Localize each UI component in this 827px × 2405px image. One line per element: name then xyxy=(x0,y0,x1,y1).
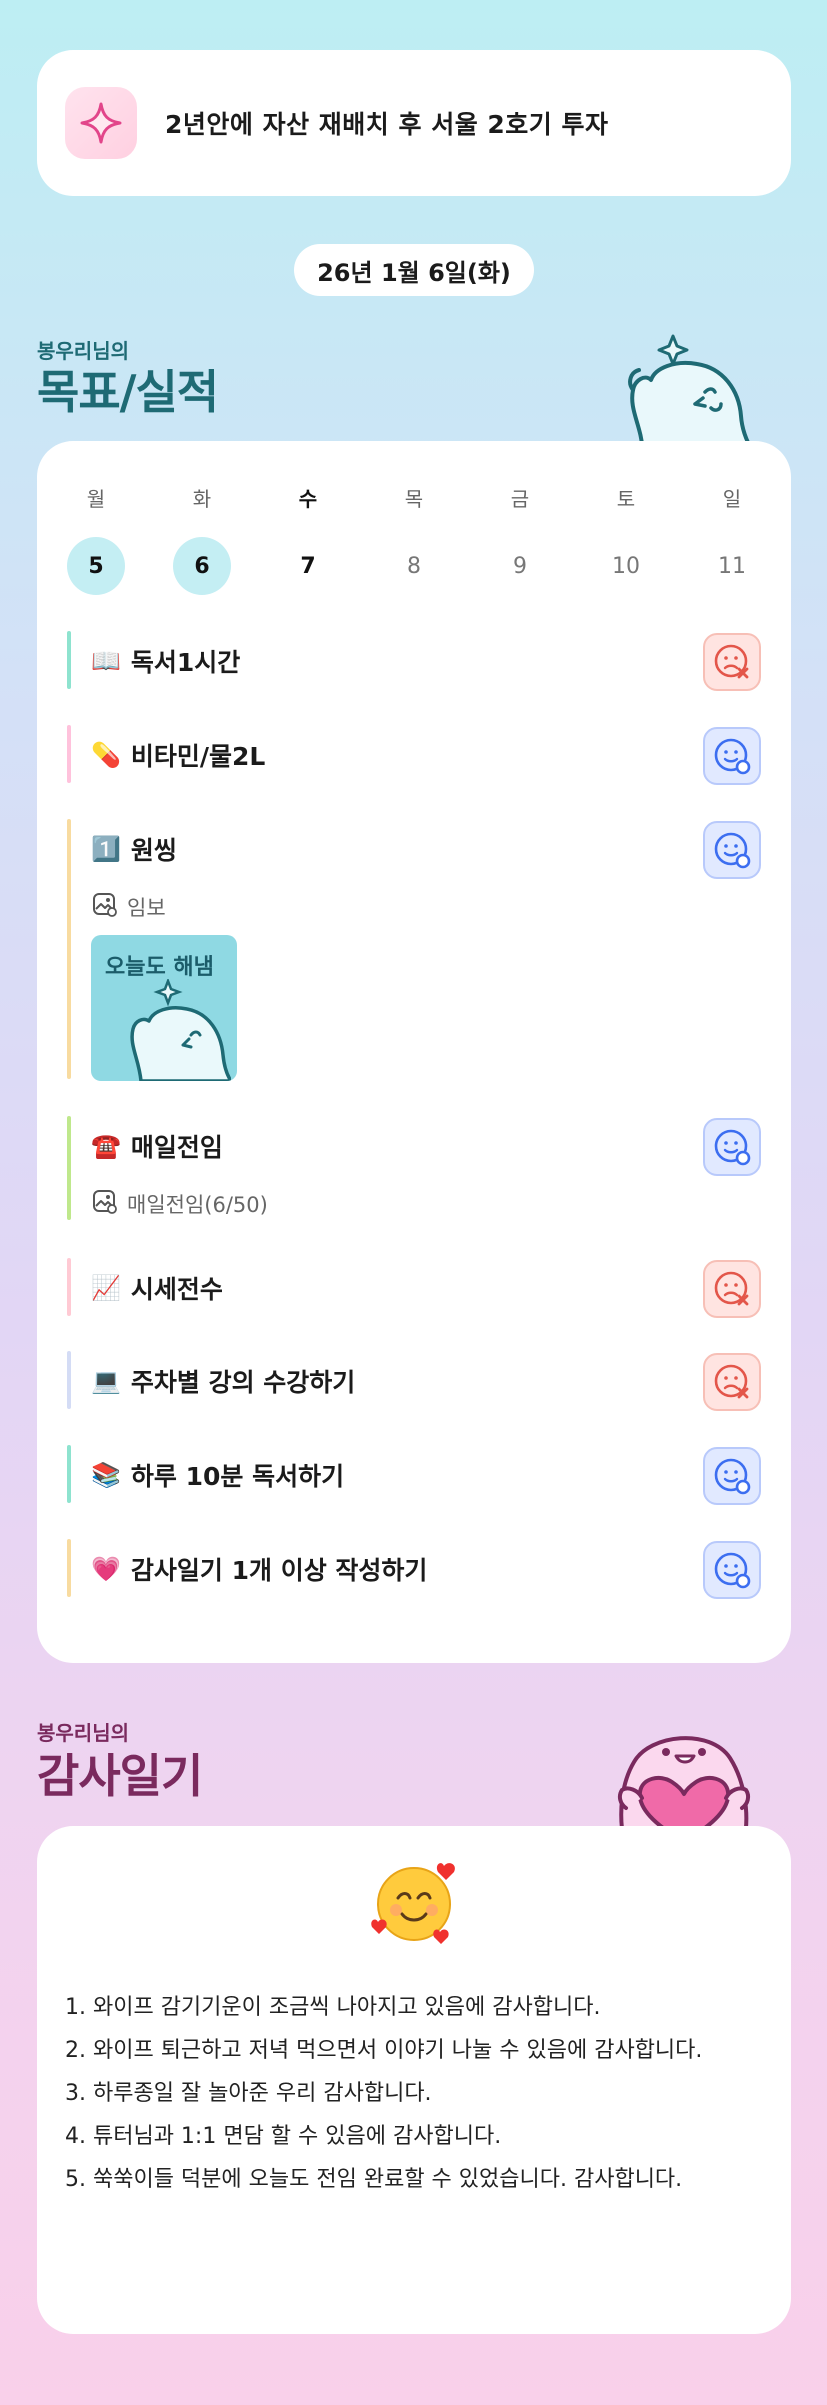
task-title: 📖 독서1시간 xyxy=(91,631,240,691)
gratitude-item: 1. 와이프 감기기운이 조금씩 나아지고 있음에 감사합니다. xyxy=(65,1995,601,2020)
status-success-icon[interactable] xyxy=(703,727,761,785)
status-success-icon[interactable] xyxy=(703,1447,761,1505)
gratitude-item: 5. 쑥쑥이들 덕분에 오늘도 전임 완료할 수 있었습니다. 감사합니다. xyxy=(65,2167,683,2192)
task-emoji: 📖 xyxy=(91,647,121,675)
task-note-text: 매일전임(6/50) xyxy=(127,1192,268,1217)
task-emoji: 1️⃣ xyxy=(91,835,121,863)
task-note-text: 임보 xyxy=(127,895,166,920)
gratitude-list: 1. 와이프 감기기운이 조금씩 나아지고 있음에 감사합니다. 2. 와이프 퇴… xyxy=(65,1986,765,2201)
mascot-icon xyxy=(628,334,755,452)
task-title: 💊 비타민/물2L xyxy=(91,725,265,785)
task-label: 감사일기 1개 이상 작성하기 xyxy=(130,1556,428,1585)
gratitude-item: 3. 하루종일 잘 놀아준 우리 감사합니다. xyxy=(65,2081,432,2106)
day-number[interactable]: 10 xyxy=(597,537,655,595)
day-column[interactable]: 목8 xyxy=(385,483,443,595)
day-column[interactable]: 토 10 xyxy=(597,483,655,595)
day-number[interactable]: 9 xyxy=(491,537,549,595)
task-title: 📈 시세전수 xyxy=(91,1258,223,1318)
task-emoji: ☎️ xyxy=(91,1132,121,1160)
day-number[interactable]: 8 xyxy=(385,537,443,595)
task-title: 💻 주차별 강의 수강하기 xyxy=(91,1351,355,1411)
task-title: 💗 감사일기 1개 이상 작성하기 xyxy=(91,1539,427,1599)
status-fail-icon[interactable] xyxy=(703,1353,761,1411)
task-emoji: 💊 xyxy=(91,741,121,769)
task-title: 1️⃣ 원씽 xyxy=(91,819,177,879)
day-name: 화 xyxy=(192,487,212,511)
task-title: ☎️ 매일전임 xyxy=(91,1116,223,1176)
gratitude-card: 1. 와이프 감기기운이 조금씩 나아지고 있음에 감사합니다. 2. 와이프 퇴… xyxy=(37,1826,791,2334)
task-emoji: 📈 xyxy=(91,1274,121,1302)
task-item[interactable]: 💻 주차별 강의 수강하기 xyxy=(67,1351,761,1411)
task-item[interactable]: 💗 감사일기 1개 이상 작성하기 xyxy=(67,1539,761,1599)
task-item[interactable]: ☎️ 매일전임매일전임(6/50) xyxy=(67,1116,761,1220)
day-number[interactable]: 7 xyxy=(279,537,337,595)
day-column[interactable]: 월5 xyxy=(67,483,125,595)
task-emoji: 📚 xyxy=(91,1461,121,1489)
task-color-bar xyxy=(67,1539,71,1597)
week-calendar: 월 5 화 6 수 7 목 8 금 9 토 10 일 11 xyxy=(37,483,791,595)
goal-banner: 2년안에 자산 재배치 후 서울 2호기 투자 xyxy=(37,50,791,196)
goals-title: 목표/실적 xyxy=(37,365,219,419)
task-color-bar xyxy=(67,725,71,783)
task-item[interactable]: 💊 비타민/물2L xyxy=(67,725,761,785)
task-color-bar xyxy=(67,1258,71,1316)
task-color-bar xyxy=(67,819,71,1079)
task-label: 매일전임 xyxy=(130,1133,223,1162)
day-column[interactable]: 수7 xyxy=(279,483,337,595)
day-name: 월 xyxy=(86,487,106,511)
day-column[interactable]: 일 11 xyxy=(703,483,761,595)
gratitude-item: 4. 튜터님과 1:1 면담 할 수 있음에 감사합니다. xyxy=(65,2124,502,2149)
status-success-icon[interactable] xyxy=(703,821,761,879)
thumbnail-text: 오늘도 해냄 xyxy=(105,955,214,980)
task-thumbnail[interactable]: 오늘도 해냄 xyxy=(91,935,237,1081)
task-item[interactable]: 1️⃣ 원씽임보오늘도 해냄 xyxy=(67,819,761,1081)
goal-text: 2년안에 자산 재배치 후 서울 2호기 투자 xyxy=(165,110,609,139)
status-fail-icon[interactable] xyxy=(703,633,761,691)
day-name: 목 xyxy=(404,487,424,511)
task-item[interactable]: 📚 하루 10분 독서하기 xyxy=(67,1445,761,1505)
day-number[interactable]: 5 xyxy=(67,537,125,595)
gratitude-item: 2. 와이프 퇴근하고 저녁 먹으면서 이야기 나눌 수 있음에 감사합니다. xyxy=(65,2038,703,2063)
task-color-bar xyxy=(67,1351,71,1409)
task-emoji: 💗 xyxy=(91,1555,121,1583)
heart-mascot-icon xyxy=(617,1736,751,1842)
day-name: 일 xyxy=(722,487,742,511)
date-pill[interactable]: 26년 1월 6일(화) xyxy=(294,244,534,296)
gratitude-title: 감사일기 xyxy=(37,1749,203,1803)
task-label: 시세전수 xyxy=(130,1275,223,1304)
task-label: 주차별 강의 수강하기 xyxy=(130,1368,356,1397)
day-name: 금 xyxy=(510,487,530,511)
day-column[interactable]: 금9 xyxy=(491,483,549,595)
day-number[interactable]: 6 xyxy=(173,537,231,595)
task-title: 📚 하루 10분 독서하기 xyxy=(91,1445,344,1505)
task-label: 비타민/물2L xyxy=(130,742,266,771)
goals-card: 월 5 화 6 수 7 목 8 금 9 토 10 일 11 📖 독서1시간 💊 비타민/물2L 1️⃣ 원씽 임보 오늘… xyxy=(37,441,791,1663)
image-note-icon xyxy=(91,1188,127,1219)
task-item[interactable]: 📖 독서1시간 xyxy=(67,631,761,691)
status-fail-icon[interactable] xyxy=(703,1260,761,1318)
task-color-bar xyxy=(67,1445,71,1503)
image-note-icon xyxy=(91,891,127,922)
task-label: 원씽 xyxy=(130,836,177,865)
task-note: 매일전임(6/50) xyxy=(91,1188,268,1219)
task-item[interactable]: 📈 시세전수 xyxy=(67,1258,761,1318)
task-color-bar xyxy=(67,631,71,689)
task-label: 하루 10분 독서하기 xyxy=(130,1462,345,1491)
day-number[interactable]: 11 xyxy=(703,537,761,595)
task-emoji: 💻 xyxy=(91,1367,121,1395)
smiling-hearts-icon xyxy=(364,1852,464,1956)
day-name: 토 xyxy=(616,487,636,511)
task-color-bar xyxy=(67,1116,71,1220)
day-name: 수 xyxy=(298,487,318,511)
status-success-icon[interactable] xyxy=(703,1118,761,1176)
task-note: 임보 xyxy=(91,891,166,922)
status-success-icon[interactable] xyxy=(703,1541,761,1599)
task-label: 독서1시간 xyxy=(130,648,241,677)
sparkle-icon xyxy=(65,87,137,159)
day-column[interactable]: 화6 xyxy=(173,483,231,595)
